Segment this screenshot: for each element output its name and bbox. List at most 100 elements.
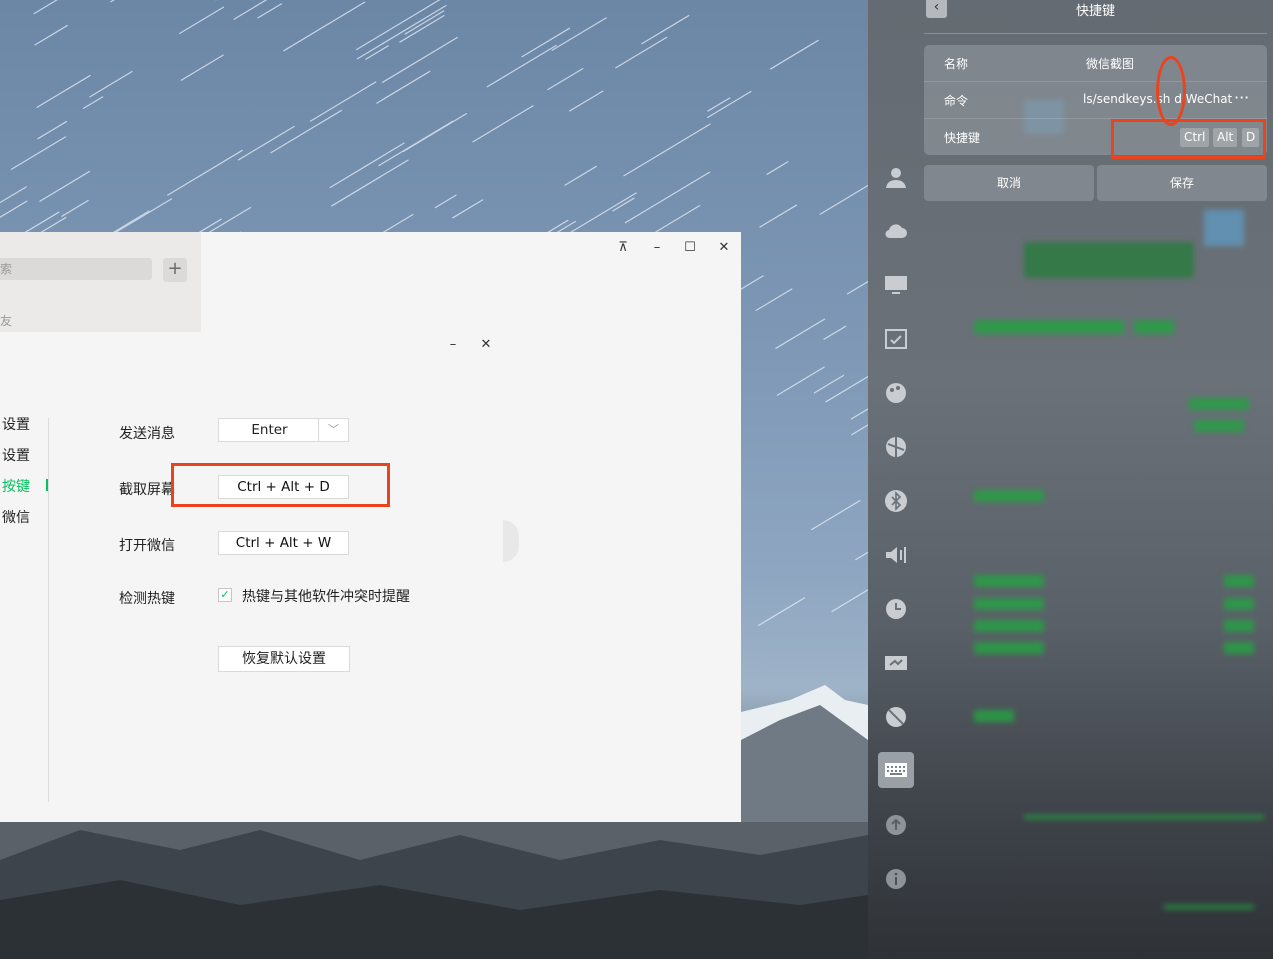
info-icon[interactable] bbox=[884, 867, 908, 891]
wechat-close-button[interactable]: ✕ bbox=[714, 238, 734, 258]
settings-nav-item[interactable]: 微信 bbox=[2, 507, 30, 527]
star-trail bbox=[233, 0, 268, 20]
star-trail bbox=[257, 3, 283, 19]
chevron-down-icon: ﹀ bbox=[318, 419, 348, 441]
name-value-input[interactable]: 微信截图 bbox=[1086, 55, 1134, 72]
mouse-icon[interactable] bbox=[884, 705, 908, 729]
star-trail bbox=[755, 288, 793, 312]
wechat-friends-label: 友 bbox=[0, 314, 13, 328]
star-trail bbox=[825, 375, 868, 403]
star-trail bbox=[309, 81, 377, 122]
cloud-icon[interactable] bbox=[884, 219, 908, 243]
open-wechat-shortcut-field[interactable]: Ctrl + Alt + W bbox=[218, 531, 349, 555]
name-row: 名称 微信截图 bbox=[924, 45, 1267, 81]
star-trail bbox=[34, 24, 68, 46]
save-button[interactable]: 保存 bbox=[1097, 165, 1267, 201]
star-trail bbox=[766, 161, 789, 176]
star-trail bbox=[270, 109, 343, 154]
star-trail bbox=[759, 204, 798, 228]
star-trail bbox=[10, 136, 67, 170]
settings-nav-item[interactable]: 设置 bbox=[2, 414, 30, 434]
star-trail bbox=[82, 96, 104, 110]
annotation-highlight-box bbox=[1111, 119, 1266, 159]
star-trail bbox=[36, 74, 91, 109]
name-label: 名称 bbox=[944, 57, 969, 71]
star-trail bbox=[624, 171, 711, 224]
settings-nav-item[interactable]: 设置 bbox=[2, 445, 30, 465]
star-trail bbox=[769, 39, 819, 70]
star-trail bbox=[329, 142, 405, 189]
star-trail bbox=[823, 325, 847, 341]
keyboard-icon bbox=[885, 763, 907, 777]
send-message-label: 发送消息 bbox=[119, 426, 175, 442]
settings-nav-item-shortcuts[interactable]: 按键 bbox=[2, 476, 30, 496]
update-icon[interactable] bbox=[884, 813, 908, 837]
star-trail bbox=[208, 206, 252, 234]
back-button[interactable]: ‹ bbox=[926, 0, 947, 18]
account-icon[interactable] bbox=[884, 165, 908, 189]
star-trail bbox=[547, 67, 584, 91]
more-options-button[interactable]: ··· bbox=[1234, 88, 1249, 107]
star-trail bbox=[737, 275, 764, 292]
header-divider bbox=[924, 33, 1267, 34]
settings-minimize-button[interactable]: – bbox=[443, 335, 463, 355]
settings-dialog: – ✕ 设置 设置 按键 微信 发送消息 Enter ﹀ 截取屏幕 Ctrl +… bbox=[0, 332, 741, 822]
personalization-icon[interactable] bbox=[884, 381, 908, 405]
star-trail bbox=[623, 123, 711, 177]
blurred-background bbox=[924, 100, 1273, 959]
star-trail bbox=[283, 1, 366, 52]
star-trail bbox=[641, 14, 690, 45]
annotation-highlight-box bbox=[171, 463, 390, 507]
open-wechat-label: 打开微信 bbox=[119, 538, 175, 554]
send-message-value: Enter bbox=[251, 422, 288, 438]
wechat-search-input[interactable]: 索 bbox=[0, 258, 152, 280]
check-icon: ✓ bbox=[220, 588, 230, 601]
wechat-add-button[interactable]: + bbox=[163, 258, 187, 282]
star-trail bbox=[434, 194, 457, 209]
star-trail bbox=[378, 120, 454, 167]
settings-nav-divider bbox=[48, 418, 49, 802]
star-trail bbox=[404, 10, 445, 35]
star-trail bbox=[33, 0, 58, 15]
clock-icon[interactable] bbox=[884, 597, 908, 621]
star-trail bbox=[831, 589, 868, 613]
star-trail bbox=[614, 36, 668, 69]
star-trail bbox=[813, 374, 845, 394]
capture-screen-label: 截取屏幕 bbox=[119, 482, 175, 498]
control-center-panel: ‹ 快捷键 名称 微信截图 命令 ls/sendkeys.sh d WeChat… bbox=[868, 0, 1273, 959]
star-trail bbox=[819, 184, 868, 215]
star-trail bbox=[564, 165, 597, 186]
star-trail bbox=[655, 204, 701, 233]
star-trail bbox=[564, 192, 637, 237]
star-trail bbox=[356, 4, 447, 60]
star-trail bbox=[376, 70, 431, 104]
send-message-dropdown[interactable]: Enter ﹀ bbox=[218, 418, 349, 442]
star-trail bbox=[472, 105, 534, 143]
network-icon[interactable] bbox=[884, 435, 908, 459]
display-icon[interactable] bbox=[884, 273, 908, 297]
power-icon[interactable] bbox=[884, 651, 908, 675]
star-trail bbox=[568, 90, 604, 112]
wechat-maximize-button[interactable]: ☐ bbox=[680, 238, 700, 258]
default-apps-icon[interactable] bbox=[884, 327, 908, 351]
restore-defaults-button[interactable]: 恢复默认设置 bbox=[218, 646, 350, 672]
panel-title: 快捷键 bbox=[1076, 4, 1116, 19]
wechat-minimize-button[interactable]: – bbox=[647, 238, 667, 258]
star-trail bbox=[706, 90, 752, 119]
star-trail bbox=[486, 44, 557, 88]
pin-icon[interactable]: ⊼ bbox=[613, 238, 633, 258]
hotkey-conflict-checkbox[interactable]: ✓ bbox=[218, 588, 232, 602]
star-trail bbox=[110, 0, 115, 3]
detect-hotkey-label: 检测热键 bbox=[119, 591, 175, 607]
nav-active-marker bbox=[46, 479, 48, 491]
wechat-sidebar: 索 + 友 bbox=[0, 232, 201, 332]
sound-icon[interactable] bbox=[884, 543, 908, 567]
star-trail bbox=[166, 149, 243, 196]
bluetooth-icon[interactable] bbox=[884, 489, 908, 513]
chevron-left-icon: ‹ bbox=[933, 0, 940, 15]
star-trail bbox=[855, 551, 868, 561]
star-trail bbox=[521, 27, 571, 58]
settings-close-button[interactable]: ✕ bbox=[476, 335, 496, 355]
blurred-clock bbox=[1024, 242, 1194, 278]
cancel-button[interactable]: 取消 bbox=[924, 165, 1094, 201]
